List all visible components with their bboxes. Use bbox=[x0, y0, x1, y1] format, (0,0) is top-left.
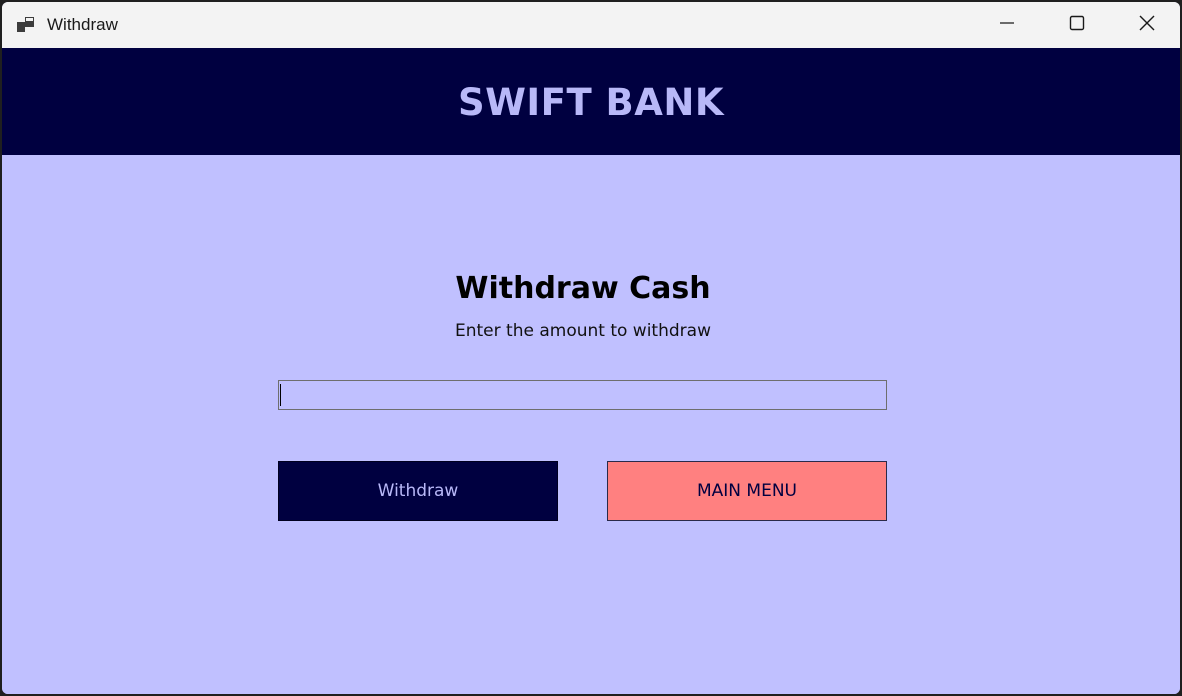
minimize-button[interactable] bbox=[972, 2, 1042, 48]
window-title: Withdraw bbox=[47, 15, 118, 34]
main-menu-button[interactable]: MAIN MENU bbox=[607, 461, 887, 521]
page-subtitle: Enter the amount to withdraw bbox=[455, 321, 711, 341]
bank-name: SWIFT BANK bbox=[457, 81, 725, 124]
maximize-button[interactable] bbox=[1042, 2, 1112, 48]
withdraw-panel: Withdraw Cash Enter the amount to withdr… bbox=[2, 155, 1180, 694]
page-title: Withdraw Cash bbox=[455, 271, 711, 306]
app-window: Withdraw SWIFT BANK Withdraw Cash Enter … bbox=[0, 0, 1182, 696]
windows-form-icon bbox=[16, 16, 36, 34]
text-caret bbox=[280, 384, 281, 406]
withdraw-button[interactable]: Withdraw bbox=[278, 461, 558, 521]
title-bar[interactable]: Withdraw bbox=[2, 2, 1180, 48]
close-button[interactable] bbox=[1112, 2, 1180, 48]
amount-input[interactable] bbox=[278, 380, 887, 410]
close-icon bbox=[1139, 15, 1155, 35]
minimize-icon bbox=[999, 15, 1015, 35]
bank-header: SWIFT BANK bbox=[2, 48, 1180, 155]
maximize-icon bbox=[1069, 15, 1085, 35]
